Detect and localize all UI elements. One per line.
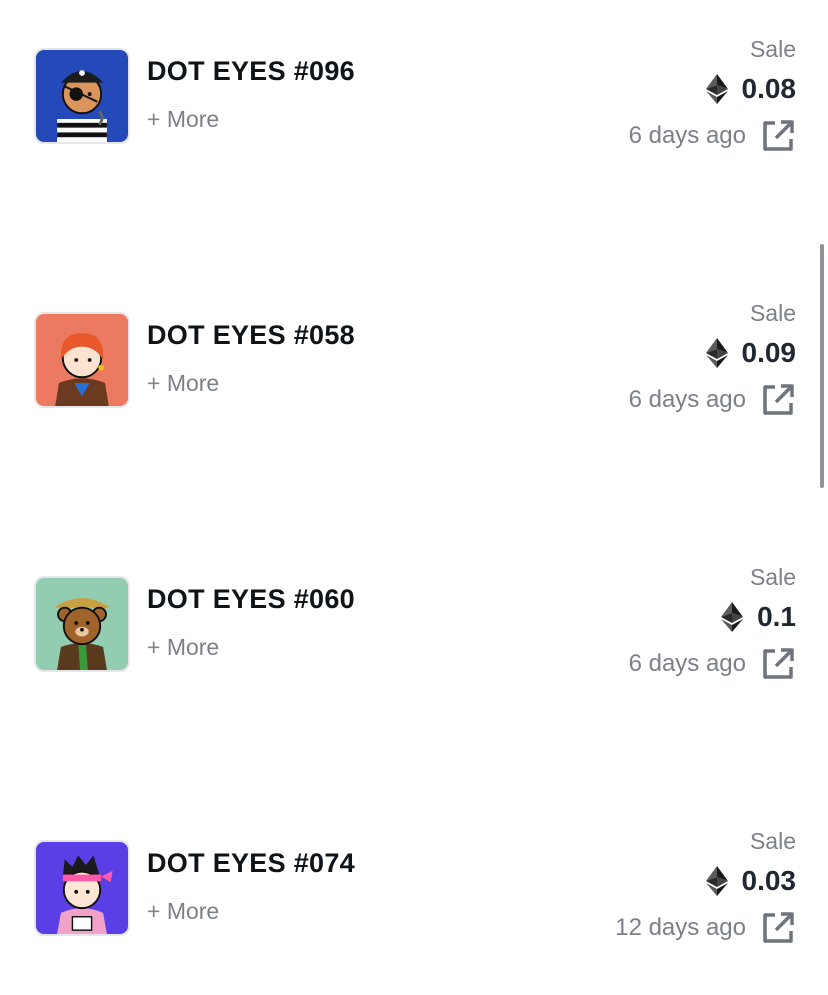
- nft-title[interactable]: DOT EYES #074: [147, 848, 355, 879]
- time-line: 6 days ago: [629, 644, 796, 684]
- event-type: Sale: [749, 300, 796, 326]
- activity-row[interactable]: DOT EYES #060 + More Sale 0.1 6 days ago: [0, 528, 816, 679]
- time-line: 6 days ago: [629, 116, 796, 156]
- eth-icon: [721, 602, 744, 632]
- nft-title[interactable]: DOT EYES #060: [147, 584, 355, 615]
- sale-price: 0.09: [741, 337, 797, 368]
- nft-title[interactable]: DOT EYES #058: [147, 320, 355, 351]
- nft-pirate-image: [36, 50, 128, 142]
- more-link[interactable]: + More: [147, 634, 219, 661]
- nft-thumbnail[interactable]: [34, 312, 130, 408]
- sale-price: 0.08: [741, 73, 797, 104]
- sale-info: Sale 0.03 12 days ago: [496, 826, 796, 946]
- nft-thumbnail[interactable]: [34, 840, 130, 936]
- price-line: 0.09: [705, 336, 797, 370]
- eth-icon: [705, 866, 728, 896]
- price-line: 0.03: [705, 864, 797, 898]
- nft-redhead-image: [36, 314, 128, 406]
- external-link-icon[interactable]: [760, 118, 796, 154]
- sale-info: Sale 0.09 6 days ago: [496, 298, 796, 418]
- time-line: 6 days ago: [629, 380, 796, 420]
- time-line: 12 days ago: [615, 908, 796, 948]
- scrollbar[interactable]: [820, 244, 824, 488]
- sale-time: 6 days ago: [628, 386, 746, 413]
- nft-thumbnail[interactable]: [34, 48, 130, 144]
- activity-row[interactable]: DOT EYES #096 + More Sale 0.08 6 days ag…: [0, 0, 816, 151]
- external-link-icon[interactable]: [760, 910, 796, 946]
- price-line: 0.1: [721, 600, 796, 634]
- nft-thumbnail[interactable]: [34, 576, 130, 672]
- event-type: Sale: [749, 564, 796, 590]
- sale-price: 0.1: [757, 601, 796, 632]
- sale-price: 0.03: [741, 865, 797, 896]
- nft-bear-image: [36, 578, 128, 670]
- sale-time: 6 days ago: [628, 650, 746, 677]
- activity-row[interactable]: DOT EYES #058 + More Sale 0.09 6 days ag…: [0, 264, 816, 415]
- sale-time: 6 days ago: [628, 122, 746, 149]
- sale-info: Sale 0.1 6 days ago: [496, 562, 796, 682]
- external-link-icon[interactable]: [760, 382, 796, 418]
- sale-time: 12 days ago: [615, 914, 746, 941]
- more-link[interactable]: + More: [147, 370, 219, 397]
- more-link[interactable]: + More: [147, 898, 219, 925]
- event-type: Sale: [749, 36, 796, 62]
- sale-info: Sale 0.08 6 days ago: [496, 34, 796, 154]
- nft-title[interactable]: DOT EYES #096: [147, 56, 355, 87]
- eth-icon: [705, 74, 728, 104]
- price-line: 0.08: [705, 72, 797, 106]
- external-link-icon[interactable]: [760, 646, 796, 682]
- event-type: Sale: [749, 828, 796, 854]
- more-link[interactable]: + More: [147, 106, 219, 133]
- eth-icon: [705, 338, 728, 368]
- activity-list: DOT EYES #096 + More Sale 0.08 6 days ag…: [0, 0, 816, 995]
- nft-headband-image: [36, 842, 128, 934]
- activity-row[interactable]: DOT EYES #074 + More Sale 0.03 12 days a…: [0, 792, 816, 943]
